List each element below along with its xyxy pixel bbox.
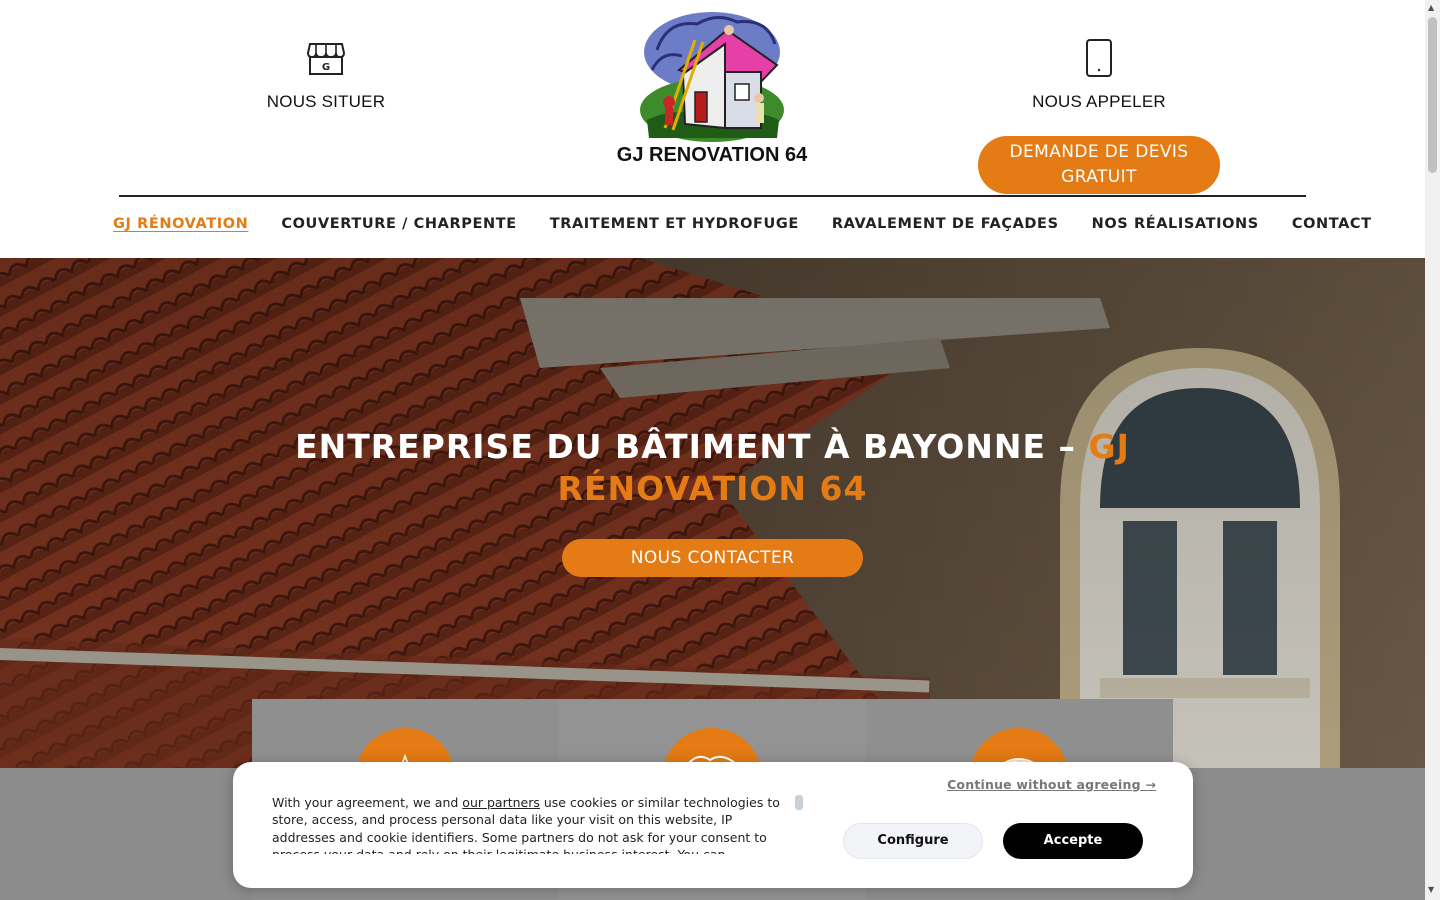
hero-section: ENTREPRISE DU BÂTIMENT À BAYONNE – GJ RÉ… (0, 258, 1425, 768)
call-link[interactable]: NOUS APPELER (1000, 38, 1198, 112)
cookie-consent-banner: Continue without agreeing → With your ag… (233, 762, 1193, 888)
accept-button[interactable]: Accepte (1003, 823, 1143, 859)
site-header: G NOUS SITUER GJ RENOVATION 64 NOUS APPE… (0, 0, 1425, 258)
cookie-description: With your agreement, we and our partners… (272, 794, 797, 854)
configure-button[interactable]: Configure (843, 823, 983, 859)
cookie-text-before: With your agreement, we and (272, 795, 463, 810)
svg-text:G: G (322, 62, 330, 73)
contact-us-button[interactable]: NOUS CONTACTER (562, 539, 863, 577)
hero-title-main: ENTREPRISE DU BÂTIMENT À BAYONNE – (295, 427, 1089, 466)
page-scrollbar[interactable]: ▲ ▼ (1425, 0, 1440, 900)
nav-item-contact[interactable]: CONTACT (1292, 216, 1372, 240)
nav-item-realisations[interactable]: NOS RÉALISATIONS (1092, 216, 1259, 240)
logo[interactable]: GJ RENOVATION 64 (612, 10, 812, 167)
nav-item-traitement[interactable]: TRAITEMENT ET HYDROFUGE (550, 216, 799, 240)
hero-title: ENTREPRISE DU BÂTIMENT À BAYONNE – GJ RÉ… (250, 426, 1175, 510)
header-divider (119, 195, 1306, 197)
scrollbar-thumb[interactable] (1428, 17, 1437, 173)
partners-link[interactable]: our partners (462, 795, 540, 810)
nav-item-gj-renovation[interactable]: GJ RÉNOVATION (113, 216, 248, 240)
storefront-g-icon: G (306, 43, 346, 75)
hero-background-image (0, 258, 1425, 768)
smartphone-icon (1086, 39, 1112, 77)
locate-link[interactable]: G NOUS SITUER (226, 38, 426, 112)
logo-text: GJ RENOVATION 64 (616, 144, 808, 166)
cookie-text-scrollbar[interactable] (795, 795, 803, 810)
free-quote-button[interactable]: DEMANDE DE DEVIS GRATUIT (978, 136, 1220, 194)
scroll-down-arrow-icon[interactable]: ▼ (1428, 885, 1434, 895)
main-nav: GJ RÉNOVATION COUVERTURE / CHARPENTE TRA… (113, 216, 1372, 240)
logo-house-illustration (640, 12, 784, 142)
call-label: NOUS APPELER (1032, 92, 1166, 111)
continue-without-agreeing-link[interactable]: Continue without agreeing → (947, 777, 1156, 792)
nav-item-couverture[interactable]: COUVERTURE / CHARPENTE (281, 216, 516, 240)
nav-item-ravalement[interactable]: RAVALEMENT DE FAÇADES (832, 216, 1059, 240)
locate-label: NOUS SITUER (266, 92, 386, 111)
scroll-up-arrow-icon[interactable]: ▲ (1428, 3, 1434, 13)
